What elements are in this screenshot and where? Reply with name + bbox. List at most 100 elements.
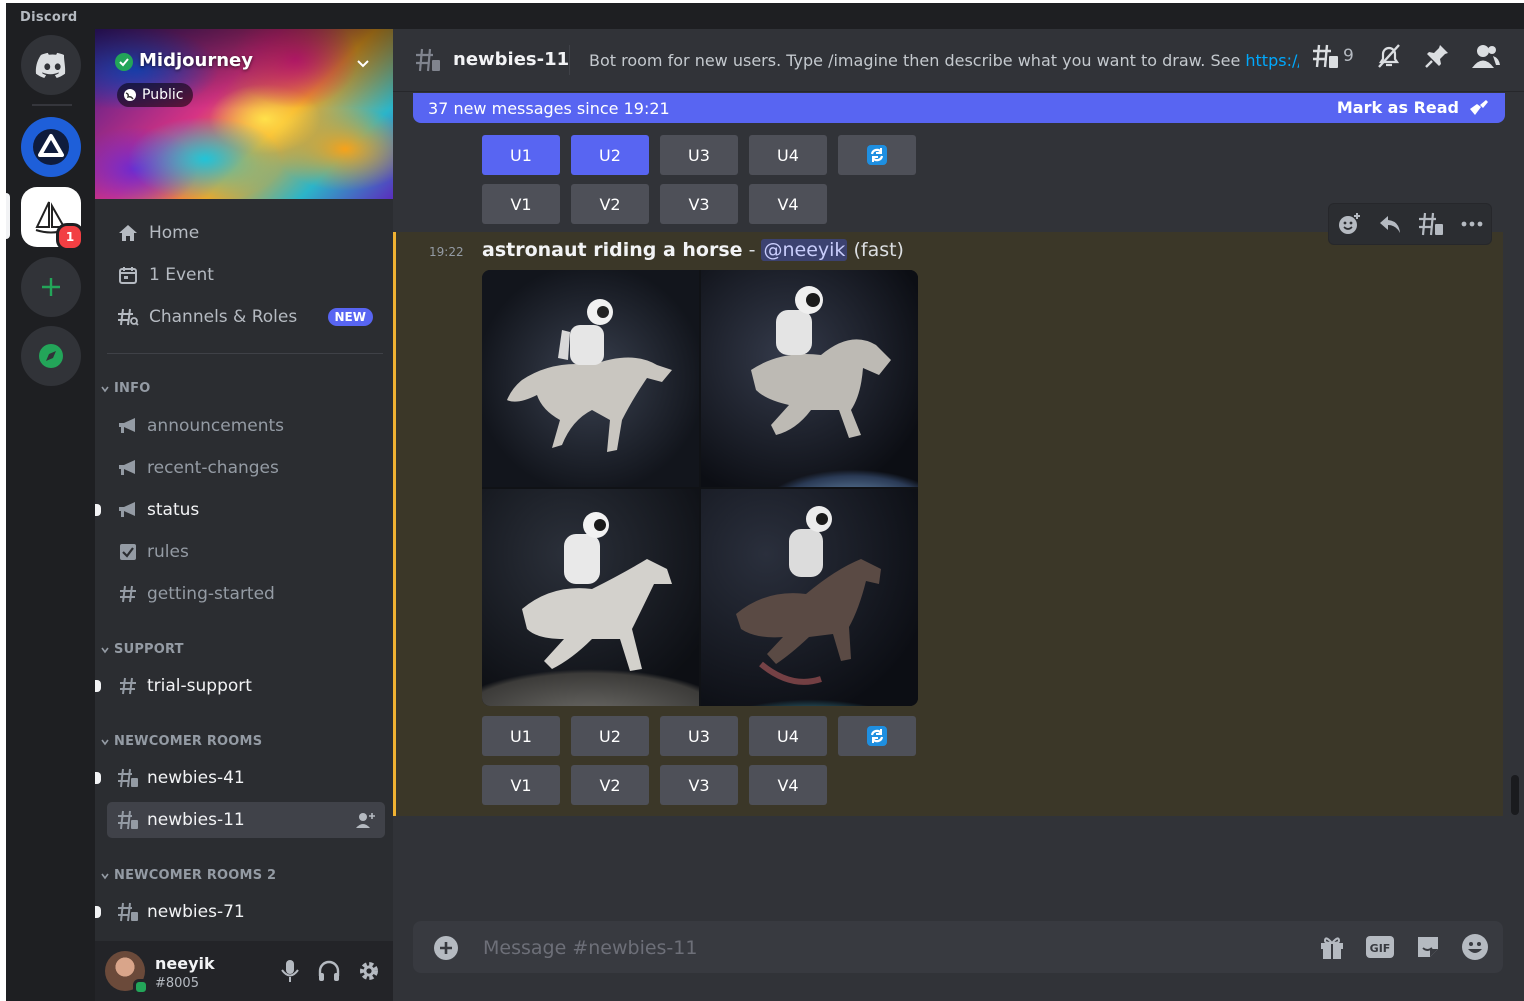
chevron-down-icon — [101, 739, 109, 745]
channel-announcements-label: announcements — [147, 416, 285, 436]
server-icon-1[interactable] — [21, 117, 81, 177]
gift-icon[interactable] — [1319, 934, 1345, 960]
add-attachment-icon[interactable] — [433, 935, 459, 961]
channel-newbies-71[interactable]: newbies-71 — [95, 894, 385, 930]
message-input[interactable] — [481, 929, 1265, 967]
gif-icon[interactable]: GIF — [1365, 935, 1395, 959]
hashtag-thread-icon — [118, 810, 138, 830]
channel-status[interactable]: status — [95, 492, 385, 528]
generated-image-1[interactable] — [482, 270, 699, 487]
channel-getting-started[interactable]: getting-started — [107, 576, 385, 612]
home-dm-button[interactable] — [21, 35, 81, 95]
category-support[interactable]: SUPPORT — [101, 642, 184, 657]
nav-home-label: Home — [149, 223, 200, 243]
channel-sidebar: Midjourney Public Home 1 Event Channels … — [95, 29, 393, 1001]
new-messages-bar[interactable]: 37 new messages since 19:21 Mark as Read — [413, 93, 1505, 123]
category-newcomer2-label: NEWCOMER ROOMS 2 — [114, 868, 277, 883]
verified-icon — [115, 53, 133, 71]
upscale-u3-button[interactable]: U3 — [660, 135, 738, 175]
message-dash: - — [742, 239, 762, 261]
message-timestamp: 19:22 — [429, 245, 464, 259]
generated-image-2[interactable] — [701, 270, 918, 487]
threads-icon[interactable] — [1311, 43, 1339, 69]
pin-icon[interactable] — [1424, 43, 1450, 69]
upscale-u2-button[interactable]: U2 — [571, 135, 649, 175]
channel-topic[interactable]: Bot room for new users. Type /imagine th… — [589, 51, 1299, 70]
sticker-icon[interactable] — [1415, 934, 1441, 960]
nav-channels-roles[interactable]: Channels & Roles NEW — [107, 299, 383, 335]
add-server-button[interactable] — [21, 257, 81, 317]
hashtag-icon — [120, 677, 136, 695]
reroll-button[interactable] — [838, 716, 916, 756]
add-reaction-icon[interactable] — [1337, 212, 1361, 236]
mark-as-read-button[interactable]: Mark as Read — [1337, 98, 1489, 117]
nav-home[interactable]: Home — [107, 215, 383, 251]
channel-header: newbies-11 Bot room for new users. Type … — [393, 29, 1524, 92]
channel-newbies-11-label: newbies-11 — [147, 810, 245, 830]
gear-icon[interactable] — [357, 959, 381, 983]
upscale-u2-button[interactable]: U2 — [571, 716, 649, 756]
variation-v4-button[interactable]: V4 — [749, 184, 827, 224]
upscale-u3-button[interactable]: U3 — [660, 716, 738, 756]
unread-indicator — [95, 680, 101, 692]
topic-link[interactable]: https://docs... — [1245, 51, 1299, 70]
new-messages-text: 37 new messages since 19:21 — [428, 99, 670, 118]
emoji-icon[interactable] — [1461, 933, 1489, 961]
generated-image-3[interactable] — [482, 489, 699, 706]
image-grid[interactable] — [482, 270, 918, 706]
channel-status-label: status — [147, 500, 200, 520]
variation-v2-button[interactable]: V2 — [571, 765, 649, 805]
channel-newbies-11[interactable]: newbies-11 — [107, 802, 385, 838]
variation-v1-button[interactable]: V1 — [482, 765, 560, 805]
variation-v2-button[interactable]: V2 — [571, 184, 649, 224]
channel-newbies-41[interactable]: newbies-41 — [95, 760, 385, 796]
member-list-icon[interactable] — [1471, 43, 1500, 69]
category-newcomer-rooms[interactable]: NEWCOMER ROOMS — [101, 734, 262, 749]
variation-v3-button[interactable]: V3 — [660, 765, 738, 805]
astronaut-horse-image-2 — [751, 286, 891, 438]
user-mention[interactable]: @neeyik — [761, 239, 848, 261]
rail-separator — [32, 104, 72, 106]
explore-servers-button[interactable] — [21, 326, 81, 386]
upscale-u4-button[interactable]: U4 — [749, 716, 827, 756]
nav-events-label: 1 Event — [149, 265, 214, 285]
variation-v3-button[interactable]: V3 — [660, 184, 738, 224]
hashtag-thread-icon — [118, 902, 138, 922]
upscale-u1-button[interactable]: U1 — [482, 716, 560, 756]
category-info[interactable]: INFO — [101, 381, 150, 396]
message-actions-bar — [1328, 203, 1492, 245]
mark-read-icon — [1470, 99, 1488, 115]
compass-icon — [39, 344, 63, 368]
scrollbar-thumb[interactable] — [1511, 775, 1519, 815]
nav-events[interactable]: 1 Event — [107, 257, 383, 293]
invite-member-icon[interactable] — [355, 812, 375, 828]
category-newcomer-rooms-2[interactable]: NEWCOMER ROOMS 2 — [101, 868, 276, 883]
variation-button-row-1: V1 V2 V3 V4 — [482, 184, 827, 224]
upscale-u4-button[interactable]: U4 — [749, 135, 827, 175]
variation-v4-button[interactable]: V4 — [749, 765, 827, 805]
message-content: astronaut riding a horse - @neeyik (fast… — [482, 239, 904, 261]
muted-bell-icon[interactable] — [1376, 43, 1402, 69]
microphone-icon[interactable] — [279, 959, 301, 983]
astronaut-horse-image-1 — [507, 299, 672, 452]
sidebar-divider — [107, 353, 383, 354]
upscale-u1-button[interactable]: U1 — [482, 135, 560, 175]
generated-image-4[interactable] — [701, 489, 918, 706]
reply-icon[interactable] — [1378, 213, 1402, 235]
channel-title: newbies-11 — [453, 49, 570, 70]
chevron-down-icon — [101, 647, 109, 653]
channel-announcements[interactable]: announcements — [107, 408, 385, 444]
headphones-icon[interactable] — [317, 959, 341, 983]
svg-text:GIF: GIF — [1370, 942, 1391, 955]
create-thread-icon[interactable] — [1418, 212, 1444, 236]
channel-trial-support[interactable]: trial-support — [95, 668, 385, 704]
reroll-button[interactable] — [838, 135, 916, 175]
channel-recent-changes[interactable]: recent-changes — [107, 450, 385, 486]
public-tag: Public — [117, 83, 194, 107]
variation-v1-button[interactable]: V1 — [482, 184, 560, 224]
chevron-down-icon[interactable] — [355, 56, 371, 72]
unread-indicator — [95, 772, 101, 784]
more-options-icon[interactable] — [1461, 220, 1483, 228]
channel-rules[interactable]: rules — [107, 534, 385, 570]
user-panel: neeyik #8005 — [95, 941, 393, 1001]
